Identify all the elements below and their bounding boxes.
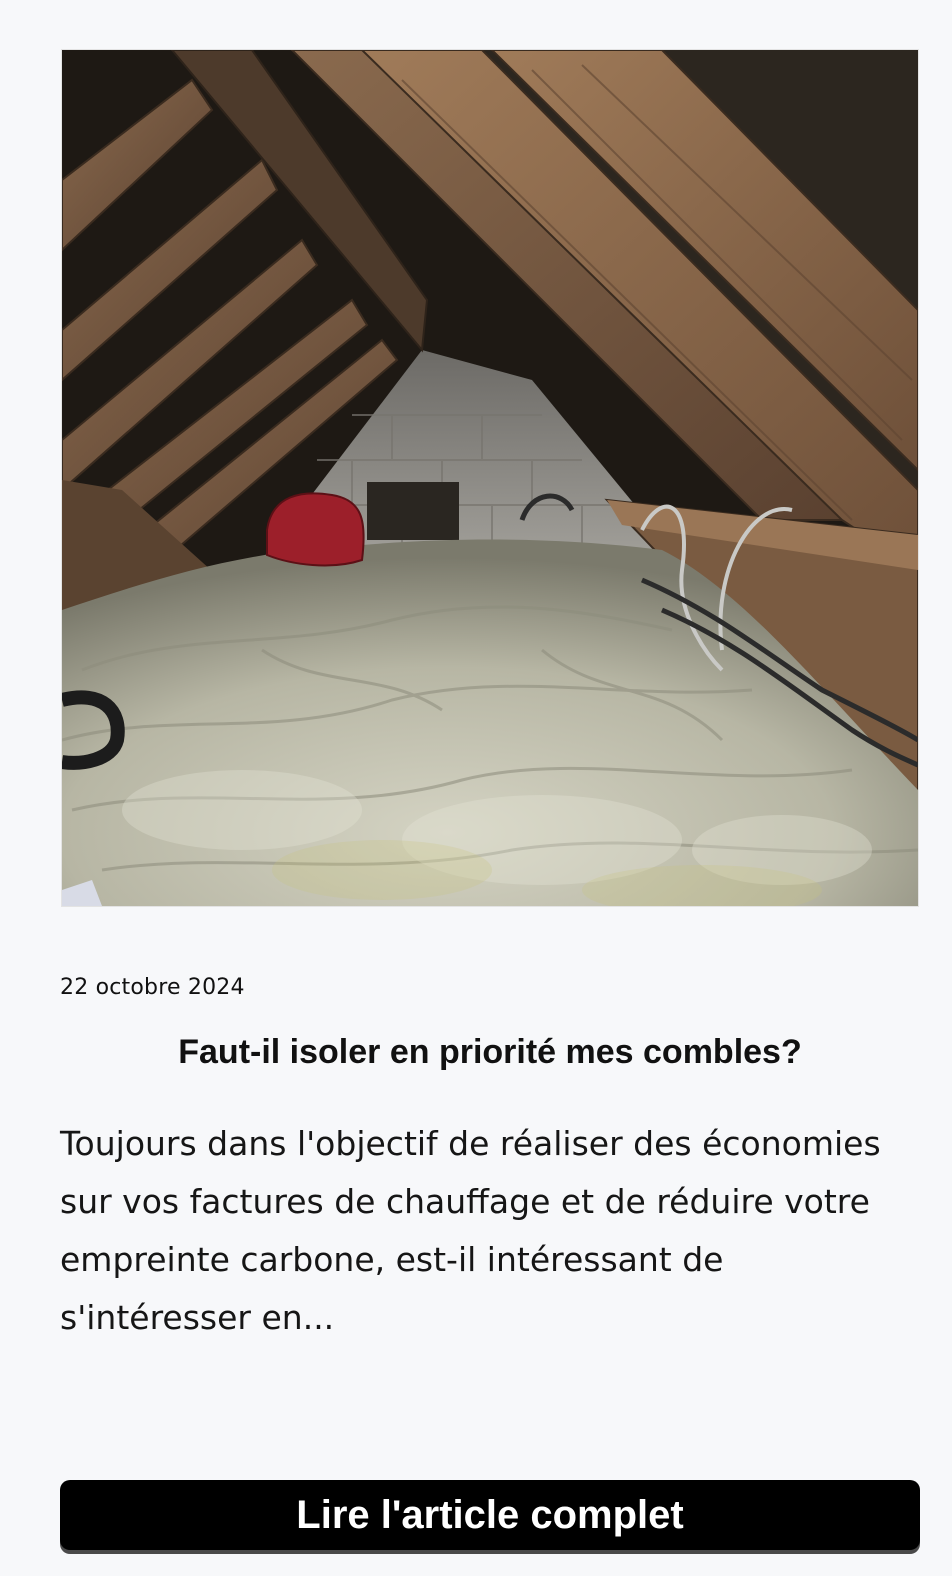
article-card: 22 octobre 2024 Faut-il isoler en priori… — [60, 48, 920, 1568]
article-image[interactable] — [61, 49, 919, 907]
article-excerpt: Toujours dans l'objectif de réaliser des… — [60, 1124, 881, 1337]
attic-photo — [62, 50, 918, 906]
article-title[interactable]: Faut-il isoler en priorité mes combles? — [60, 1030, 920, 1074]
read-full-article-button[interactable]: Lire l'article complet — [60, 1480, 920, 1550]
article-date: 22 octobre 2024 — [60, 975, 245, 1000]
